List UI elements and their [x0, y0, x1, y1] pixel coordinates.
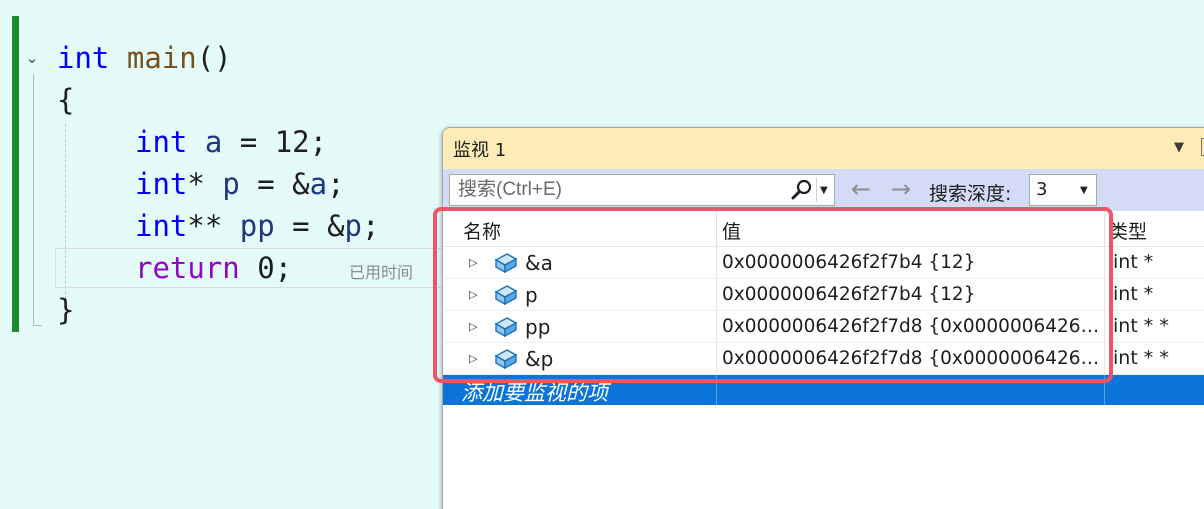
watch-row[interactable]: ▷ &a 0x0000006426f2f7b4 {12} int * — [443, 247, 1204, 279]
code-token: () — [196, 41, 232, 75]
code-line-open-brace[interactable]: { — [57, 80, 74, 120]
search-depth-select[interactable]: 3 ▼ — [1029, 174, 1097, 206]
code-token: a — [204, 125, 223, 159]
variable-object-icon — [494, 349, 518, 370]
code-line-int-pp[interactable]: int** pp = &p; — [135, 206, 379, 246]
watch-rows: ▷ &a 0x0000006426f2f7b4 {12} int * ▷ p 0… — [443, 247, 1204, 405]
change-tracking-bar — [12, 16, 19, 332]
search-depth-value: 3 — [1036, 179, 1048, 200]
watch-row-name: pp — [525, 315, 551, 339]
code-token: = & — [239, 167, 310, 201]
column-divider[interactable] — [1104, 211, 1105, 247]
code-line-close-brace[interactable]: } — [57, 290, 74, 330]
search-icon[interactable] — [790, 178, 814, 202]
variable-object-icon — [494, 253, 518, 274]
code-token: int — [135, 125, 188, 159]
elapsed-time-hint[interactable]: 已用时间 — [349, 259, 413, 283]
code-token: ; — [327, 167, 345, 201]
watch-row-value: 0x0000006426f2f7d8 {0x0000006426f2f7b4 {… — [722, 316, 1104, 337]
column-divider[interactable] — [716, 211, 717, 247]
add-watch-item-row[interactable]: 添加要监视的项 — [443, 375, 1204, 405]
code-token: p — [344, 209, 363, 243]
variable-object-icon — [494, 317, 518, 338]
watch-row-value: 0x0000006426f2f7b4 {12} — [722, 252, 976, 273]
search-next-arrow-icon[interactable]: → — [891, 175, 911, 203]
search-input[interactable] — [450, 175, 786, 205]
code-token: * — [187, 167, 223, 201]
column-header-type[interactable]: 类型 — [1109, 217, 1147, 244]
watch-row-name: &p — [525, 347, 554, 371]
watch-row-value: 0x0000006426f2f7d8 {0x0000006426f2f7b4 {… — [722, 348, 1104, 369]
code-token: a — [309, 167, 328, 201]
window-menu-dropdown-icon[interactable]: ▼ — [1174, 140, 1184, 155]
code-line-return[interactable]: return 0; — [135, 248, 292, 288]
fold-guide-end — [33, 325, 42, 326]
chevron-down-icon: ▼ — [1080, 185, 1088, 196]
expand-triangle-icon[interactable]: ▷ — [469, 320, 477, 333]
expand-triangle-icon[interactable]: ▷ — [469, 288, 477, 301]
watch-title-bar[interactable]: 监视 1 ▼ — [443, 128, 1204, 169]
search-options-dropdown-icon[interactable]: ▼ — [820, 185, 828, 196]
watch-row-type: int * — [1113, 251, 1154, 273]
watch-title: 监视 1 — [453, 140, 507, 161]
watch-row-name: p — [525, 283, 538, 307]
code-token: ; — [362, 209, 380, 243]
search-previous-arrow-icon[interactable]: ← — [851, 175, 871, 203]
variable-object-icon — [494, 285, 518, 306]
fold-chevron-icon[interactable]: ⌄ — [22, 46, 42, 70]
code-token: = 12; — [222, 125, 328, 159]
watch-row-value: 0x0000006426f2f7b4 {12} — [722, 284, 976, 305]
expand-triangle-icon[interactable]: ▷ — [469, 352, 477, 365]
column-header-value[interactable]: 值 — [722, 217, 741, 244]
search-box: ▼ — [449, 174, 835, 206]
watch-grid-header: 名称 值 类型 — [443, 211, 1204, 247]
column-header-name[interactable]: 名称 — [463, 217, 501, 244]
code-line-main[interactable]: int main() — [57, 38, 232, 78]
code-token: return — [135, 251, 240, 285]
code-token: 0; — [239, 251, 293, 285]
code-token: main — [126, 41, 197, 75]
code-token: int — [135, 209, 188, 243]
code-token: pp — [239, 209, 275, 243]
code-token: } — [57, 293, 75, 327]
code-token: int — [57, 41, 110, 75]
code-line-int-a[interactable]: int a = 12; — [135, 122, 327, 162]
watch-row[interactable]: ▷ p 0x0000006426f2f7b4 {12} int * — [443, 279, 1204, 311]
fold-guide-line — [33, 74, 34, 326]
search-separator — [816, 178, 817, 202]
expand-triangle-icon[interactable]: ▷ — [469, 256, 477, 269]
code-token: { — [57, 83, 75, 117]
code-line-int-p[interactable]: int* p = &a; — [135, 164, 345, 204]
watch-row-type: int * * — [1113, 347, 1169, 369]
code-token: = & — [274, 209, 345, 243]
watch-row-name: &a — [525, 251, 553, 275]
code-token: ** — [187, 209, 240, 243]
search-depth-label: 搜索深度: — [929, 183, 1012, 205]
watch-row[interactable]: ▷ &p 0x0000006426f2f7d8 {0x0000006426f2f… — [443, 343, 1204, 375]
code-token: int — [135, 167, 188, 201]
code-token: p — [222, 167, 240, 201]
watch-toolbar: ▼ ← → 搜索深度: 3 ▼ — [443, 169, 1204, 211]
watch-row-type: int * * — [1113, 315, 1169, 337]
watch-row-type: int * — [1113, 283, 1154, 305]
watch-window: 监视 1 ▼ ▼ ← → 搜索深度: 3 ▼ 名称 值 类型 ▷ — [442, 127, 1204, 509]
add-watch-item-placeholder: 添加要监视的项 — [461, 381, 608, 405]
watch-row[interactable]: ▷ pp 0x0000006426f2f7d8 {0x0000006426f2f… — [443, 311, 1204, 343]
